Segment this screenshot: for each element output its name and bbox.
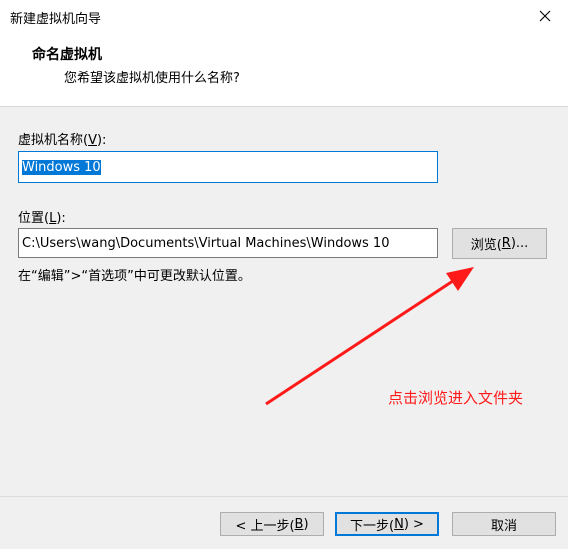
back-button[interactable]: < 上一步(B) — [220, 512, 324, 536]
footer-divider — [0, 496, 568, 497]
next-button[interactable]: 下一步(N) > — [335, 512, 439, 536]
cancel-button[interactable]: 取消 — [452, 512, 556, 536]
annotation-text: 点击浏览进入文件夹 — [388, 389, 524, 407]
red-arrow-icon — [265, 267, 474, 406]
